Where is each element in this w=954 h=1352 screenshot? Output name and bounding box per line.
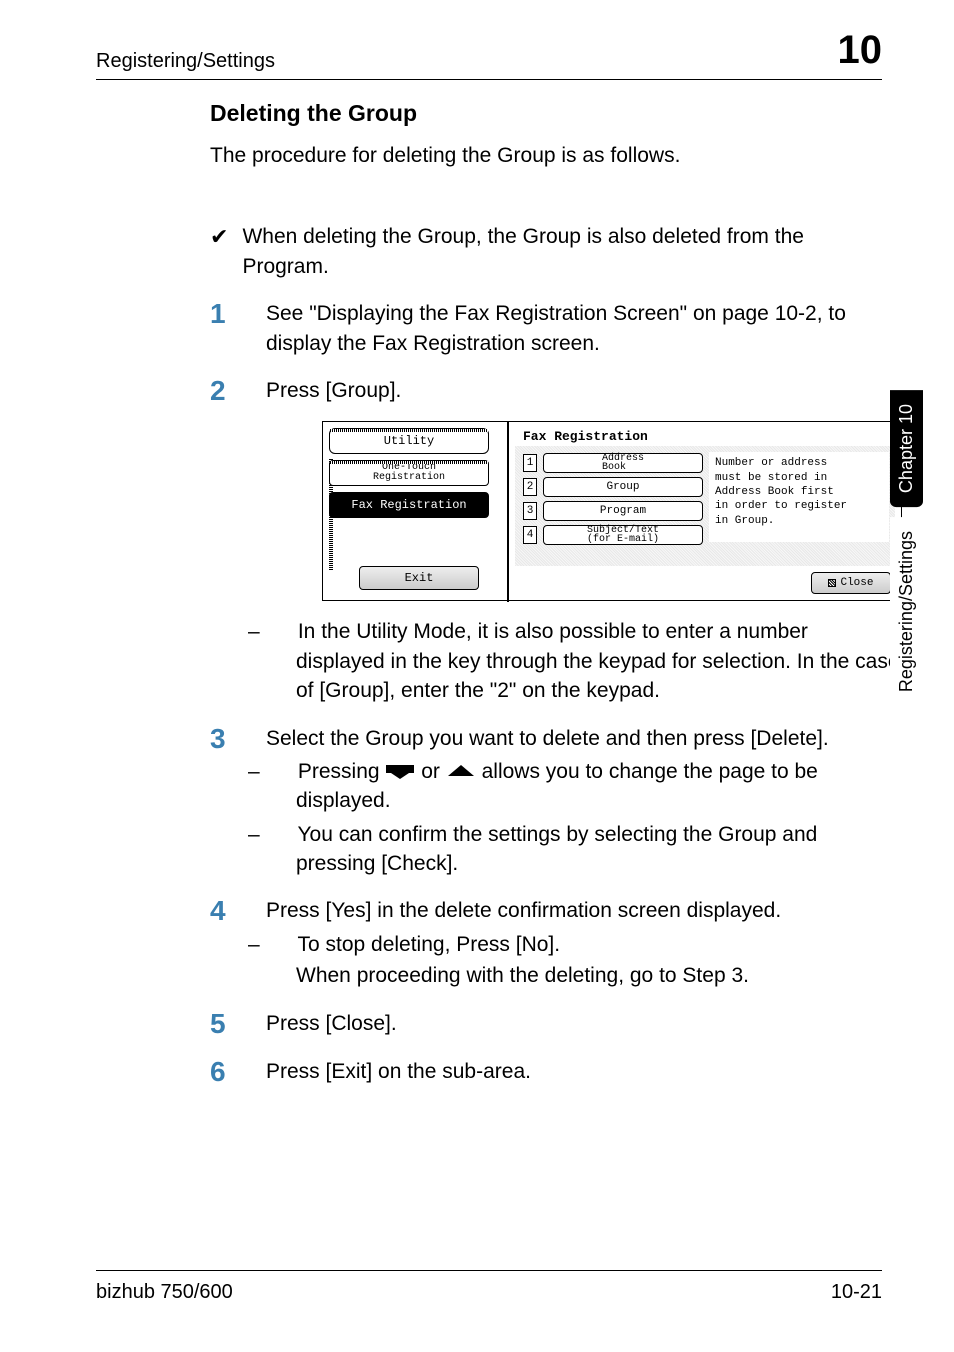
page-header: Registering/Settings 10 xyxy=(96,28,882,80)
dash-icon: – xyxy=(272,930,292,959)
exit-button[interactable]: Exit xyxy=(359,566,479,590)
sub-text-b: or xyxy=(421,760,446,783)
step-2-sub-text: In the Utility Mode, it is also possible… xyxy=(296,620,900,702)
one-touch-tab-label: One-Touch Registration xyxy=(373,463,445,483)
step-5: 5 Press [Close]. xyxy=(210,1009,882,1040)
address-book-label: Address Book xyxy=(602,454,644,472)
step-body: Press [Exit] on the sub-area. xyxy=(266,1057,882,1088)
step-body: Select the Group you want to delete and … xyxy=(266,724,882,879)
numbered-list: 1 See "Displaying the Fax Registration S… xyxy=(210,299,882,1088)
mfp-screen: Utility One-Touch Registration Fax Regis… xyxy=(322,421,902,601)
dash-icon: – xyxy=(272,820,292,849)
close-button[interactable]: Close xyxy=(811,572,891,594)
step-4-sub: – To stop deleting, Press [No]. xyxy=(266,930,882,959)
fax-registration-tab-label: Fax Registration xyxy=(351,497,466,514)
utility-tab-label: Utility xyxy=(384,433,434,450)
checkmark-icon: ✔ xyxy=(210,222,228,281)
close-button-label: Close xyxy=(840,576,873,591)
screen-left-column: Utility One-Touch Registration Fax Regis… xyxy=(329,428,501,596)
program-button[interactable]: Program xyxy=(543,501,703,521)
screen-divider xyxy=(507,422,509,602)
footer-left: bizhub 750/600 xyxy=(96,1281,233,1304)
exit-button-label: Exit xyxy=(405,570,434,587)
note-row: ✔ When deleting the Group, the Group is … xyxy=(210,222,882,281)
step-text: Select the Group you want to delete and … xyxy=(266,727,829,750)
sub-text-a: Pressing xyxy=(298,760,386,783)
group-button[interactable]: Group xyxy=(543,477,703,497)
option-number: 4 xyxy=(523,526,537,544)
page-footer: bizhub 750/600 10-21 xyxy=(96,1270,882,1304)
note-text: When deleting the Group, the Group is al… xyxy=(242,222,882,281)
step-2: 2 Press [Group]. Utility One-Touch Regis… xyxy=(210,376,882,706)
header-left: Registering/Settings xyxy=(96,50,275,73)
step-3: 3 Select the Group you want to delete an… xyxy=(210,724,882,879)
step-number: 4 xyxy=(210,896,238,990)
utility-tab[interactable]: Utility xyxy=(329,428,489,454)
close-icon xyxy=(828,579,836,587)
step-3-sub1: – Pressing or allows you to change the p… xyxy=(266,757,882,816)
step-1: 1 See "Displaying the Fax Registration S… xyxy=(210,299,882,358)
section-tab: Registering/Settings xyxy=(890,517,923,706)
option-row-3: 3 Program xyxy=(523,500,703,522)
step-4: 4 Press [Yes] in the delete confirmation… xyxy=(210,896,882,990)
step-body: See "Displaying the Fax Registration Scr… xyxy=(266,299,882,358)
option-number: 2 xyxy=(523,478,537,496)
step-body: Press [Yes] in the delete confirmation s… xyxy=(266,896,882,990)
footer-right: 10-21 xyxy=(831,1281,882,1304)
step-number: 5 xyxy=(210,1009,238,1040)
step-number: 1 xyxy=(210,299,238,358)
step-text: Press [Group]. xyxy=(266,379,401,402)
step-2-sub: – In the Utility Mode, it is also possib… xyxy=(266,617,902,705)
fax-registration-tab[interactable]: Fax Registration xyxy=(329,492,489,518)
intro-paragraph: The procedure for deleting the Group is … xyxy=(210,141,882,170)
option-row-2: 2 Group xyxy=(523,476,703,498)
header-chapter-number: 10 xyxy=(838,28,883,73)
subject-text-label: Subject/Text (for E-mail) xyxy=(587,526,659,544)
page-down-icon xyxy=(385,764,415,780)
content-area: Deleting the Group The procedure for del… xyxy=(96,90,882,1088)
address-book-button[interactable]: Address Book xyxy=(543,453,703,473)
option-row-4: 4 Subject/Text (for E-mail) xyxy=(523,524,703,546)
step-6: 6 Press [Exit] on the sub-area. xyxy=(210,1057,882,1088)
step-text: Press [Yes] in the delete confirmation s… xyxy=(266,899,781,922)
step-body: Press [Group]. Utility One-Touch Registr… xyxy=(266,376,902,706)
screen-message: Number or address must be stored in Addr… xyxy=(709,452,889,542)
chapter-tab: Chapter 10 xyxy=(890,390,923,507)
dash-icon: – xyxy=(272,757,292,786)
step-body: Press [Close]. xyxy=(266,1009,882,1040)
option-number: 1 xyxy=(523,454,537,472)
side-tab: Chapter 10 Registering/Settings xyxy=(890,390,924,706)
option-row-1: 1 Address Book xyxy=(523,452,703,474)
section-title: Deleting the Group xyxy=(210,100,882,127)
step-number: 3 xyxy=(210,724,238,879)
step-number: 6 xyxy=(210,1057,238,1088)
step-4-note: When proceeding with the deleting, go to… xyxy=(266,961,882,990)
option-number: 3 xyxy=(523,502,537,520)
sub-text: To stop deleting, Press [No]. xyxy=(297,933,560,956)
group-label: Group xyxy=(606,480,639,495)
dash-icon: – xyxy=(272,617,292,646)
page-up-icon xyxy=(446,764,476,780)
screen-title: Fax Registration xyxy=(523,428,648,446)
subject-text-button[interactable]: Subject/Text (for E-mail) xyxy=(543,525,703,545)
sub-text: You can confirm the settings by selectin… xyxy=(296,823,817,875)
program-label: Program xyxy=(600,504,646,519)
one-touch-tab[interactable]: One-Touch Registration xyxy=(329,460,489,486)
step-number: 2 xyxy=(210,376,238,706)
step-3-sub2: – You can confirm the settings by select… xyxy=(266,820,882,879)
